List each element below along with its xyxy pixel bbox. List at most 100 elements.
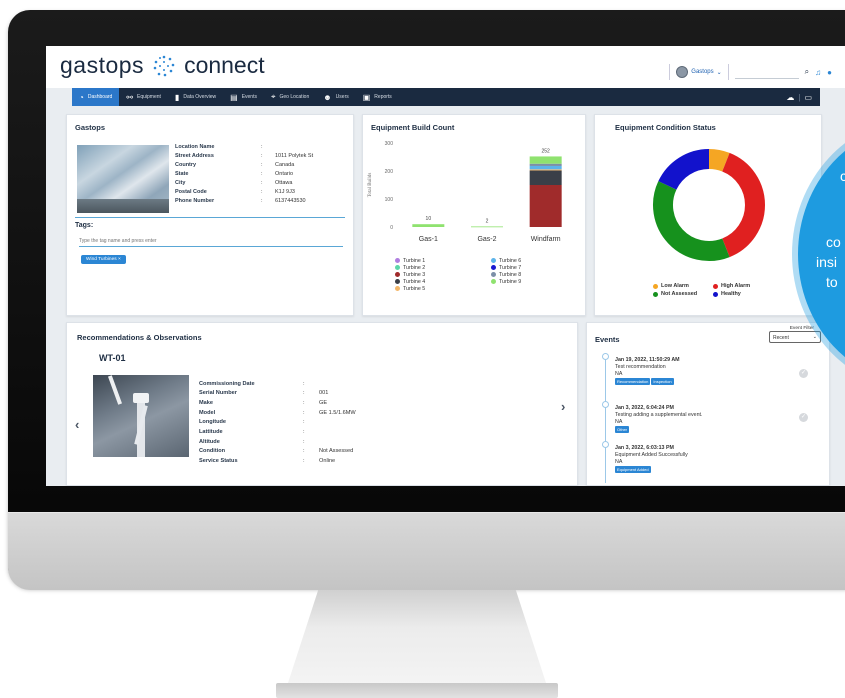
nav-item-reports[interactable]: ▣ Reports bbox=[356, 88, 399, 106]
field-value: GE bbox=[319, 399, 328, 406]
bubble-text: co bbox=[826, 234, 841, 250]
field-key: Location Name bbox=[175, 143, 215, 150]
field-key: Model bbox=[199, 409, 216, 416]
chevron-left-icon[interactable]: ‹ bbox=[75, 417, 79, 432]
nav-item-dashboard[interactable]: ◔ Dashboard bbox=[72, 88, 120, 106]
bar-segment[interactable] bbox=[529, 170, 562, 185]
separator: : bbox=[261, 152, 263, 159]
app-screen: gastops connect Gastops ⌄ ⌕ ♫ ● ◔ Dashbo… bbox=[46, 46, 845, 486]
field-key: City bbox=[175, 179, 186, 186]
nav-divider: | bbox=[798, 92, 801, 102]
bar-segment[interactable] bbox=[412, 224, 445, 227]
y-tick-label: 200 bbox=[385, 169, 394, 175]
separator: : bbox=[303, 448, 305, 455]
build-count-card: Equipment Build Count 0 100 200 300 Total Bu… bbox=[362, 114, 586, 316]
event-desc: Testing adding a supplemental event. bbox=[615, 412, 703, 418]
legend-item: Turbine 6 bbox=[491, 257, 571, 264]
chat-icon[interactable]: ▭ bbox=[804, 93, 812, 102]
detail-row: City: Ottawa bbox=[175, 179, 313, 188]
detail-row: Service Status: Online bbox=[199, 457, 356, 467]
legend-item: Turbine 9 bbox=[491, 278, 571, 285]
check-circle-icon[interactable]: ✓ bbox=[799, 369, 808, 378]
detail-row: Condition: Not Assessed bbox=[199, 447, 356, 457]
org-selector[interactable]: Gastops ⌄ bbox=[669, 64, 729, 80]
brand-name: gastops bbox=[60, 52, 145, 78]
turbine-image bbox=[93, 375, 189, 457]
location-details: Location Name: Street Address: 1011 Polyt… bbox=[175, 143, 313, 206]
cloud-upload-icon[interactable]: ☁ bbox=[786, 93, 794, 102]
field-key: Condition bbox=[199, 448, 226, 455]
card-title: Equipment Condition Status bbox=[615, 123, 716, 132]
event-badge: Recommendation bbox=[615, 378, 651, 385]
logo[interactable]: gastops connect bbox=[60, 52, 265, 79]
nav-item-equipment[interactable]: ⚯ Equipment bbox=[119, 88, 168, 106]
field-key: Postal Code bbox=[175, 188, 207, 195]
bell-icon[interactable]: ♫ bbox=[815, 68, 821, 77]
separator: : bbox=[303, 380, 305, 387]
recommendations-card: Recommendations & Observations WT-01 ‹ C… bbox=[66, 322, 578, 486]
donut-slice[interactable] bbox=[653, 181, 730, 261]
bar-segment[interactable] bbox=[529, 165, 562, 170]
field-key: Service Status bbox=[199, 458, 238, 465]
nav-item-events[interactable]: ▤ Events bbox=[223, 88, 264, 106]
field-value: 6137443530 bbox=[275, 197, 306, 204]
bar-segment[interactable] bbox=[529, 185, 562, 227]
event-time: Jan 19, 2022, 11:50:29 AM bbox=[615, 357, 680, 363]
header-actions: Gastops ⌄ ⌕ ♫ ● bbox=[669, 64, 832, 80]
bar-segment[interactable] bbox=[529, 156, 562, 164]
nav-label: Data Overview bbox=[183, 94, 217, 100]
event-item[interactable]: Jan 3, 2022, 6:03:13 PM Equipment Added … bbox=[615, 445, 795, 473]
tag-chip[interactable]: Wind Turbines × bbox=[81, 255, 126, 264]
card-title: Gastops bbox=[75, 123, 106, 132]
check-circle-icon[interactable]: ✓ bbox=[799, 413, 808, 422]
dashboard-icon: ◔ bbox=[79, 92, 84, 102]
nav-label: Users bbox=[335, 94, 349, 100]
bar-segment[interactable] bbox=[529, 163, 562, 166]
bar-segment[interactable] bbox=[529, 169, 562, 171]
y-tick-label: 0 bbox=[390, 225, 393, 231]
donut-slice[interactable] bbox=[708, 149, 730, 172]
legend-item: High Alarm bbox=[713, 283, 773, 289]
monitor-chin bbox=[8, 512, 845, 590]
x-tick-label: Windfarm bbox=[531, 236, 561, 243]
condition-legend: Low Alarm High Alarm Not Assessed Health… bbox=[653, 283, 773, 297]
x-tick-label: Gas-1 bbox=[419, 236, 438, 243]
tag-input[interactable] bbox=[79, 235, 343, 247]
field-value bbox=[319, 427, 356, 437]
search-icon[interactable]: ⌕ bbox=[805, 67, 809, 77]
separator: : bbox=[261, 197, 263, 204]
event-filter-select[interactable]: Recent ⌄ bbox=[769, 331, 821, 343]
nav-label: Events bbox=[241, 94, 257, 100]
event-item[interactable]: Jan 19, 2022, 11:50:29 AM Test recommend… bbox=[615, 357, 795, 385]
legend-label: Turbine 1 bbox=[403, 257, 426, 264]
timeline-dot bbox=[602, 401, 609, 408]
donut-slice[interactable] bbox=[658, 149, 710, 191]
chevron-right-icon[interactable]: › bbox=[561, 399, 565, 414]
field-key: Commissioning Date bbox=[199, 380, 255, 387]
search-input[interactable] bbox=[734, 65, 799, 79]
detail-row: Serial Number: 001 bbox=[199, 389, 356, 399]
timeline-dot bbox=[602, 441, 609, 448]
nav-item-users[interactable]: ☻ Users bbox=[316, 88, 355, 106]
legend-swatch bbox=[713, 283, 718, 289]
legend-swatch bbox=[653, 283, 658, 289]
field-key: Altitude bbox=[199, 438, 220, 445]
field-value: Ottawa bbox=[275, 179, 293, 186]
legend-label: Turbine 5 bbox=[403, 285, 426, 292]
org-avatar bbox=[676, 66, 689, 78]
bar-segment[interactable] bbox=[471, 226, 503, 228]
nav-item-data-overview[interactable]: ▮ Data Overview bbox=[168, 88, 223, 106]
nav-item-geo-location[interactable]: ⌖ Geo Location bbox=[264, 88, 316, 106]
donut-slice[interactable] bbox=[721, 152, 765, 258]
legend-swatch bbox=[491, 279, 496, 284]
build-chart-legend: Turbine 1 Turbine 6 Turbine 2 Turbine 7 Turb… bbox=[395, 257, 571, 292]
user-icon[interactable]: ● bbox=[827, 68, 832, 77]
users-icon: ☻ bbox=[323, 92, 332, 102]
field-key: Phone Number bbox=[175, 197, 215, 204]
event-item[interactable]: Jan 3, 2022, 6:04:24 PM Testing adding a… bbox=[615, 405, 795, 433]
legend-swatch bbox=[653, 291, 658, 297]
legend-swatch bbox=[491, 272, 496, 277]
field-value bbox=[319, 418, 356, 428]
field-key: Street Address bbox=[175, 152, 214, 159]
field-value: K1J 9J3 bbox=[275, 188, 295, 195]
